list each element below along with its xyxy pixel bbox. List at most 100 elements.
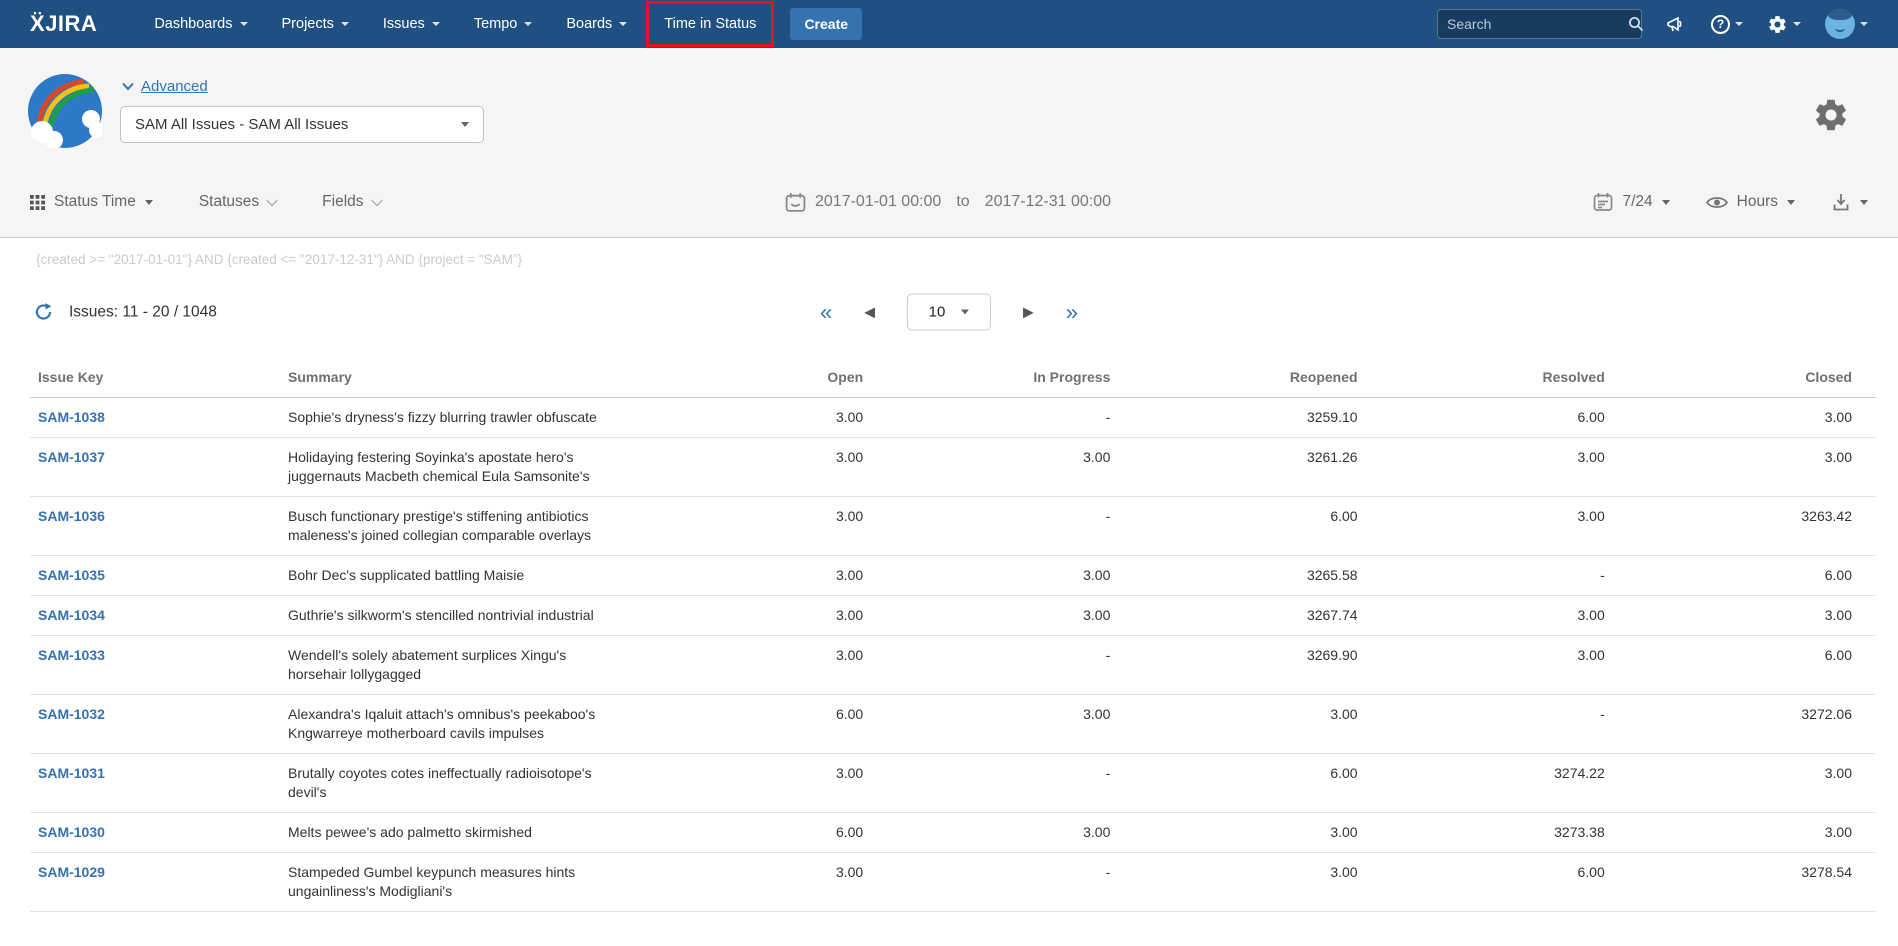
cell-open: 6.00 — [640, 695, 887, 754]
cell-open: 3.00 — [640, 754, 887, 813]
nav-item-tempo[interactable]: Tempo — [457, 0, 550, 48]
cell-closed: 3272.06 — [1629, 695, 1876, 754]
first-page-button[interactable]: « — [820, 301, 832, 323]
page-size-select[interactable]: 10 — [907, 294, 991, 331]
user-profile-menu[interactable] — [1825, 9, 1868, 39]
help-menu[interactable] — [1711, 15, 1743, 34]
date-from: 2017-01-01 00:00 — [815, 193, 941, 211]
eye-icon — [1706, 195, 1728, 210]
issue-key-link[interactable]: SAM-1029 — [38, 864, 105, 880]
chevron-down-icon — [1662, 200, 1670, 205]
issue-key-link[interactable]: SAM-1031 — [38, 765, 105, 781]
table-row: SAM-1035 Bohr Dec's supplicated battling… — [30, 556, 1876, 596]
cell-in-progress: 3.00 — [887, 813, 1134, 853]
avatar — [1825, 9, 1855, 39]
column-header-in-progress[interactable]: In Progress — [887, 359, 1134, 398]
cell-reopened: 3259.10 — [1134, 398, 1381, 438]
create-button[interactable]: Create — [790, 8, 862, 40]
issue-key-link[interactable]: SAM-1034 — [38, 607, 105, 623]
admin-settings-menu[interactable] — [1767, 14, 1801, 35]
column-header-closed[interactable]: Closed — [1629, 359, 1876, 398]
last-page-button[interactable]: » — [1066, 301, 1078, 323]
issue-key-link[interactable]: SAM-1037 — [38, 449, 105, 465]
report-settings-button[interactable] — [1812, 96, 1850, 134]
help-icon — [1711, 15, 1730, 34]
chevron-down-icon — [341, 22, 349, 26]
issue-key-link[interactable]: SAM-1036 — [38, 508, 105, 524]
issue-summary: Alexandra's Iqaluit attach's omnibus's p… — [280, 695, 640, 754]
nav-item-projects[interactable]: Projects — [265, 0, 366, 48]
table-row: SAM-1029 Stampeded Gumbel keypunch measu… — [30, 853, 1876, 912]
issues-bar: Issues: 11 - 20 / 1048 « ◀ 10 ▶ » — [0, 289, 1898, 335]
saved-filter-select[interactable]: SAM All Issues - SAM All Issues — [120, 106, 484, 143]
cell-resolved: 3274.22 — [1382, 754, 1629, 813]
announcements-button[interactable] — [1666, 14, 1687, 34]
issue-key-link[interactable]: SAM-1038 — [38, 409, 105, 425]
nav-item-dashboards[interactable]: Dashboards — [137, 0, 264, 48]
table-row: SAM-1031 Brutally coyotes cotes ineffect… — [30, 754, 1876, 813]
nav-item-issues[interactable]: Issues — [366, 0, 457, 48]
export-menu[interactable] — [1831, 192, 1868, 212]
cell-open: 3.00 — [640, 497, 887, 556]
search-icon — [1628, 16, 1644, 32]
chevron-down-icon — [1860, 22, 1868, 26]
column-header-resolved[interactable]: Resolved — [1382, 359, 1629, 398]
report-type-menu[interactable]: Status Time — [30, 193, 153, 211]
column-header-summary[interactable]: Summary — [280, 359, 640, 398]
cell-reopened: 3269.90 — [1134, 636, 1381, 695]
table-row: SAM-1032 Alexandra's Iqaluit attach's om… — [30, 695, 1876, 754]
search-input[interactable] — [1447, 16, 1628, 32]
column-header-reopened[interactable]: Reopened — [1134, 359, 1381, 398]
advanced-toggle[interactable]: Advanced — [122, 78, 208, 95]
issue-summary: Sophie's dryness's fizzy blurring trawle… — [280, 398, 640, 438]
date-range-picker[interactable]: 2017-01-01 00:00 to 2017-12-31 00:00 — [785, 192, 1111, 213]
cell-in-progress: - — [887, 754, 1134, 813]
chevron-down-icon — [371, 195, 382, 206]
chevron-down-icon — [266, 195, 277, 206]
table-row: SAM-1034 Guthrie's silkworm's stencilled… — [30, 596, 1876, 636]
chevron-down-icon — [145, 200, 153, 205]
unit-menu[interactable]: Hours — [1706, 193, 1795, 211]
issue-key-link[interactable]: SAM-1030 — [38, 824, 105, 840]
refresh-button[interactable] — [34, 303, 53, 322]
issue-key-link[interactable]: SAM-1035 — [38, 567, 105, 583]
next-page-button[interactable]: ▶ — [1023, 304, 1034, 321]
cell-reopened: 3.00 — [1134, 853, 1381, 912]
cell-reopened: 3.00 — [1134, 813, 1381, 853]
report-toolbar: Status Time Statuses Fields 2017-01-01 0… — [0, 180, 1898, 224]
cell-reopened: 3265.58 — [1134, 556, 1381, 596]
cell-open: 3.00 — [640, 398, 887, 438]
cell-resolved: 3273.38 — [1382, 813, 1629, 853]
pagination: « ◀ 10 ▶ » — [820, 294, 1078, 331]
nav-menu: Dashboards Projects Issues Tempo Boards … — [137, 0, 776, 48]
issue-summary: Holidaying festering Soyinka's apostate … — [280, 438, 640, 497]
cell-closed: 6.00 — [1629, 556, 1876, 596]
issue-key-link[interactable]: SAM-1033 — [38, 647, 105, 663]
gear-icon — [1767, 14, 1788, 35]
issue-key-link[interactable]: SAM-1032 — [38, 706, 105, 722]
nav-item-time-in-status[interactable]: Time in Status — [646, 1, 774, 47]
issue-summary: Melts pewee's ado palmetto skirmished — [280, 813, 640, 853]
column-header-open[interactable]: Open — [640, 359, 887, 398]
cell-resolved: 3.00 — [1382, 497, 1629, 556]
nav-item-boards[interactable]: Boards — [549, 0, 644, 48]
column-header-issue-key[interactable]: Issue Key — [30, 359, 280, 398]
calendar-mode-menu[interactable]: 7/24 — [1593, 192, 1669, 212]
grid-icon — [30, 195, 45, 210]
toolbar-left-group: Status Time Statuses Fields — [30, 193, 381, 211]
jql-query-text: {created >= "2017-01-01"} AND {created <… — [36, 252, 1898, 267]
global-search[interactable] — [1437, 9, 1642, 39]
fields-menu[interactable]: Fields — [322, 193, 380, 211]
previous-page-button[interactable]: ◀ — [864, 304, 875, 321]
top-navbar: ẌJIRA Dashboards Projects Issues Tempo B… — [0, 0, 1898, 48]
jira-logo-text: JIRA — [45, 11, 97, 37]
export-download-icon — [1831, 192, 1851, 212]
cell-reopened: 3.00 — [1134, 695, 1381, 754]
jira-logo-glyph: Ẍ — [30, 11, 45, 37]
cell-in-progress: 3.00 — [887, 556, 1134, 596]
jira-logo[interactable]: ẌJIRA — [30, 11, 97, 37]
issues-summary-group: Issues: 11 - 20 / 1048 — [34, 303, 217, 322]
time-in-status-app-logo[interactable] — [28, 74, 102, 148]
statuses-menu[interactable]: Statuses — [199, 193, 276, 211]
schedule-calendar-icon — [1593, 192, 1613, 212]
